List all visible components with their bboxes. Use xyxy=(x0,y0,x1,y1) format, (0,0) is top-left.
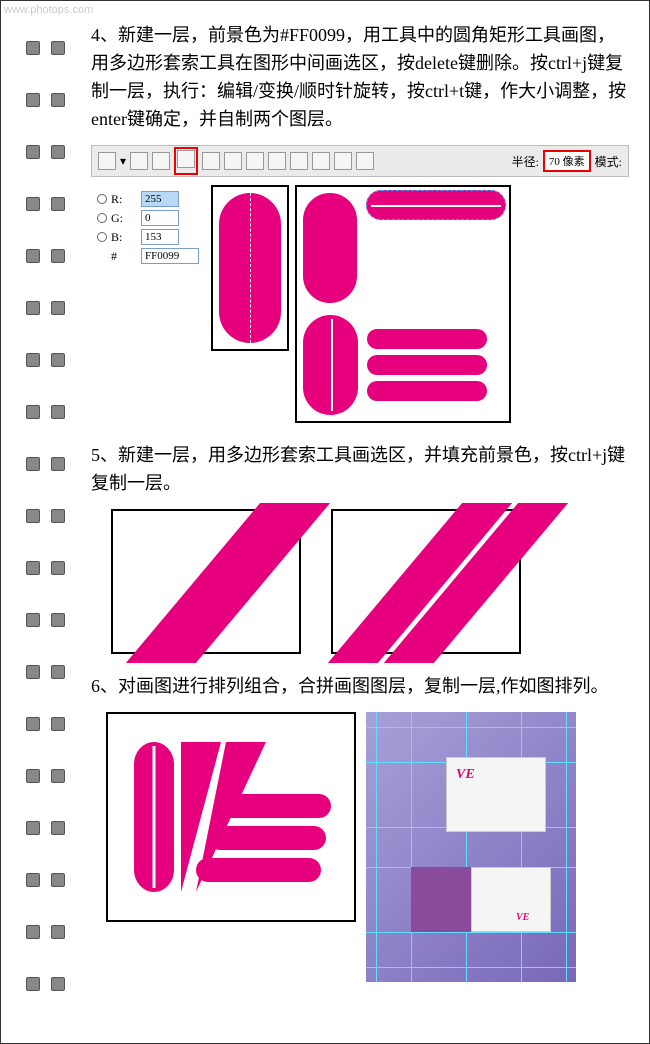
step-4-illustrations: R: 255 G: 0 B: 153 # FF0099 xyxy=(91,185,629,423)
r-value[interactable]: 255 xyxy=(141,191,179,207)
g-label: G: xyxy=(111,211,137,226)
rounded-rect-icon[interactable] xyxy=(268,152,286,170)
hex-label: # xyxy=(111,249,137,264)
b-radio[interactable] xyxy=(97,232,107,242)
tutorial-page: www.photops.com 4、新建一层，前景色为#FF0099，用工具中的… xyxy=(0,0,650,1044)
final-layout-preview: VE VE xyxy=(366,712,576,982)
b-label: B: xyxy=(111,230,137,245)
pink-pill-small xyxy=(303,315,358,415)
step-6-illustrations: VE VE xyxy=(106,712,629,982)
pink-bar-2 xyxy=(367,355,487,375)
radius-label: 半径: xyxy=(512,153,539,170)
tool-icon-1[interactable] xyxy=(98,152,116,170)
rounded-rect-tool-icon[interactable] xyxy=(177,150,195,168)
pink-slash-1 xyxy=(126,503,330,663)
logo-svg xyxy=(126,732,336,902)
box-front-2 xyxy=(471,867,551,932)
rect-icon[interactable] xyxy=(246,152,264,170)
pink-pill-h-dashed xyxy=(366,190,506,220)
step-4-text: 4、新建一层，前景色为#FF0099，用工具中的圆角矩形工具画图，用多边形套索工… xyxy=(91,21,629,133)
radius-setting: 半径: 70 像素 模式: xyxy=(512,150,622,172)
b-value[interactable]: 153 xyxy=(141,229,179,245)
logo-assembled xyxy=(106,712,356,922)
mini-logo-1: VE xyxy=(456,767,475,783)
pill-combo xyxy=(295,185,511,423)
step-6-text: 6、对画图进行排列组合，合拼画图图层，复制一层,作如图排列。 xyxy=(91,672,629,700)
line-icon[interactable] xyxy=(334,152,352,170)
b-row: B: 153 xyxy=(97,229,199,245)
step-5-illustrations xyxy=(111,509,629,654)
r-row: R: 255 xyxy=(97,191,199,207)
custom-shape-icon[interactable] xyxy=(356,152,374,170)
box-side xyxy=(411,867,471,932)
pink-pill-dashed xyxy=(219,193,281,343)
photoshop-toolbar: ▾ 半径: 70 像素 模式: xyxy=(91,145,629,177)
radius-value[interactable]: 70 像素 xyxy=(543,150,591,172)
pill-vertical-1 xyxy=(211,185,289,351)
color-panel: R: 255 G: 0 B: 153 # FF0099 xyxy=(91,185,205,273)
mode-label: 模式: xyxy=(595,153,622,170)
polygon-icon[interactable] xyxy=(312,152,330,170)
g-radio[interactable] xyxy=(97,213,107,223)
slash-double xyxy=(331,509,521,654)
pink-bar-1 xyxy=(367,329,487,349)
step-5-text: 5、新建一层，用多边形套索工具画选区，并填充前景色，按ctrl+j键复制一层。 xyxy=(91,441,629,497)
r-label: R: xyxy=(111,192,137,207)
r-radio[interactable] xyxy=(97,194,107,204)
pen-tool-icon[interactable] xyxy=(202,152,220,170)
pink-bar-3 xyxy=(367,381,487,401)
g-row: G: 0 xyxy=(97,210,199,226)
spiral-binding xyxy=(26,41,76,1001)
content-area: 4、新建一层，前景色为#FF0099，用工具中的圆角矩形工具画图，用多边形套索工… xyxy=(81,1,649,1002)
watermark-text: www.photops.com xyxy=(4,4,93,16)
pink-pill-2 xyxy=(303,193,357,303)
hex-row: # FF0099 xyxy=(97,248,199,264)
rounded-rect-tool-highlight xyxy=(174,147,198,175)
slash-single xyxy=(111,509,301,654)
mini-logo-2: VE xyxy=(516,912,529,923)
freeform-pen-icon[interactable] xyxy=(224,152,242,170)
separator: ▾ xyxy=(120,154,126,169)
shape-tool-icon[interactable] xyxy=(130,152,148,170)
g-value[interactable]: 0 xyxy=(141,210,179,226)
ellipse-icon[interactable] xyxy=(290,152,308,170)
path-tool-icon[interactable] xyxy=(152,152,170,170)
hex-value[interactable]: FF0099 xyxy=(141,248,199,264)
